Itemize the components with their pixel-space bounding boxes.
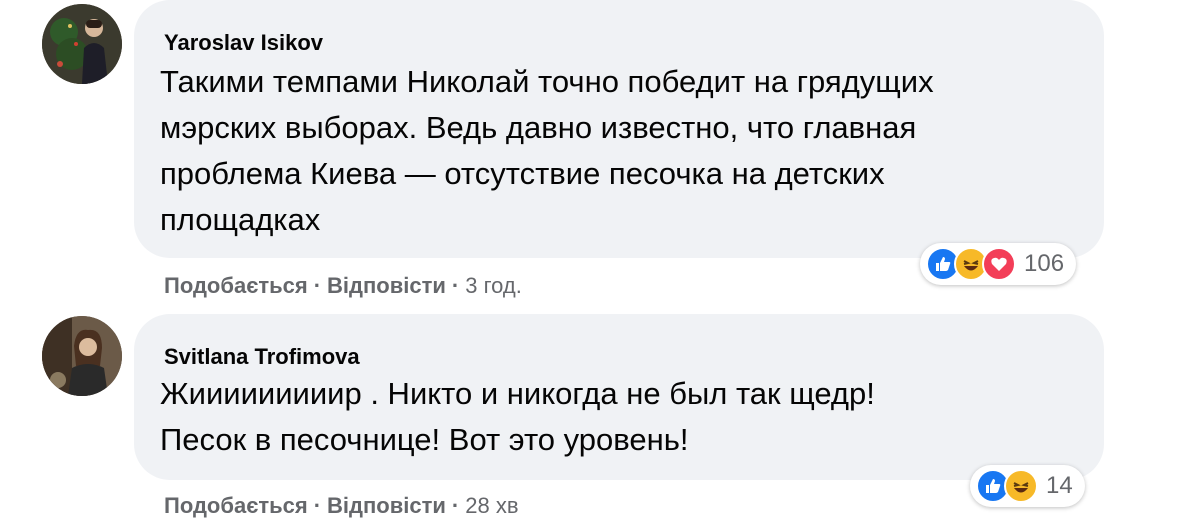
comment-timestamp[interactable]: 3 год. [465,273,522,298]
reactions-summary[interactable]: 14 [970,465,1085,507]
comment-text-line: проблема Киева — отсутствие песочка на д… [160,156,885,191]
comment-text-line: Песок в песочнице! Вот это уровень! [160,422,689,457]
comment-bubble: Yaroslav Isikov Такими темпами Николай т… [134,0,1104,258]
separator-dot: · [313,493,322,518]
love-icon [982,247,1016,281]
comment-text-line: Такими темпами Николай точно победит на … [160,64,934,99]
comment-text: Жииииииииир . Никто и никогда не был так… [160,371,1074,463]
like-button[interactable]: Подобається [164,273,308,298]
comment-actions: Подобається · Відповісти · 3 год. [164,273,522,299]
comment-bubble: Svitlana Trofimova Жииииииииир . Никто и… [134,314,1104,480]
avatar[interactable] [42,4,122,84]
separator-dot: · [451,493,460,518]
reactions-summary[interactable]: 106 [920,243,1077,285]
separator-dot: · [313,273,322,298]
reply-button[interactable]: Відповісти [327,493,446,518]
comment-text-line: мэрских выборах. Ведь давно известно, чт… [160,110,917,145]
haha-icon [1004,469,1038,503]
comment-actions: Подобається · Відповісти · 28 хв [164,493,519,519]
reaction-count: 106 [1024,250,1065,277]
reaction-count: 14 [1046,472,1073,499]
like-button[interactable]: Подобається [164,493,308,518]
comment-author[interactable]: Svitlana Trofimova [164,344,360,370]
avatar[interactable] [42,316,122,396]
separator-dot: · [451,273,460,298]
reply-button[interactable]: Відповісти [327,273,446,298]
comment-text-line: Жииииииииир . Никто и никогда не был так… [160,376,875,411]
comment-text: Такими темпами Николай точно победит на … [160,59,1074,243]
comment-text-line: площадках [160,202,321,237]
comment-timestamp[interactable]: 28 хв [465,493,518,518]
comment-author[interactable]: Yaroslav Isikov [164,30,323,56]
